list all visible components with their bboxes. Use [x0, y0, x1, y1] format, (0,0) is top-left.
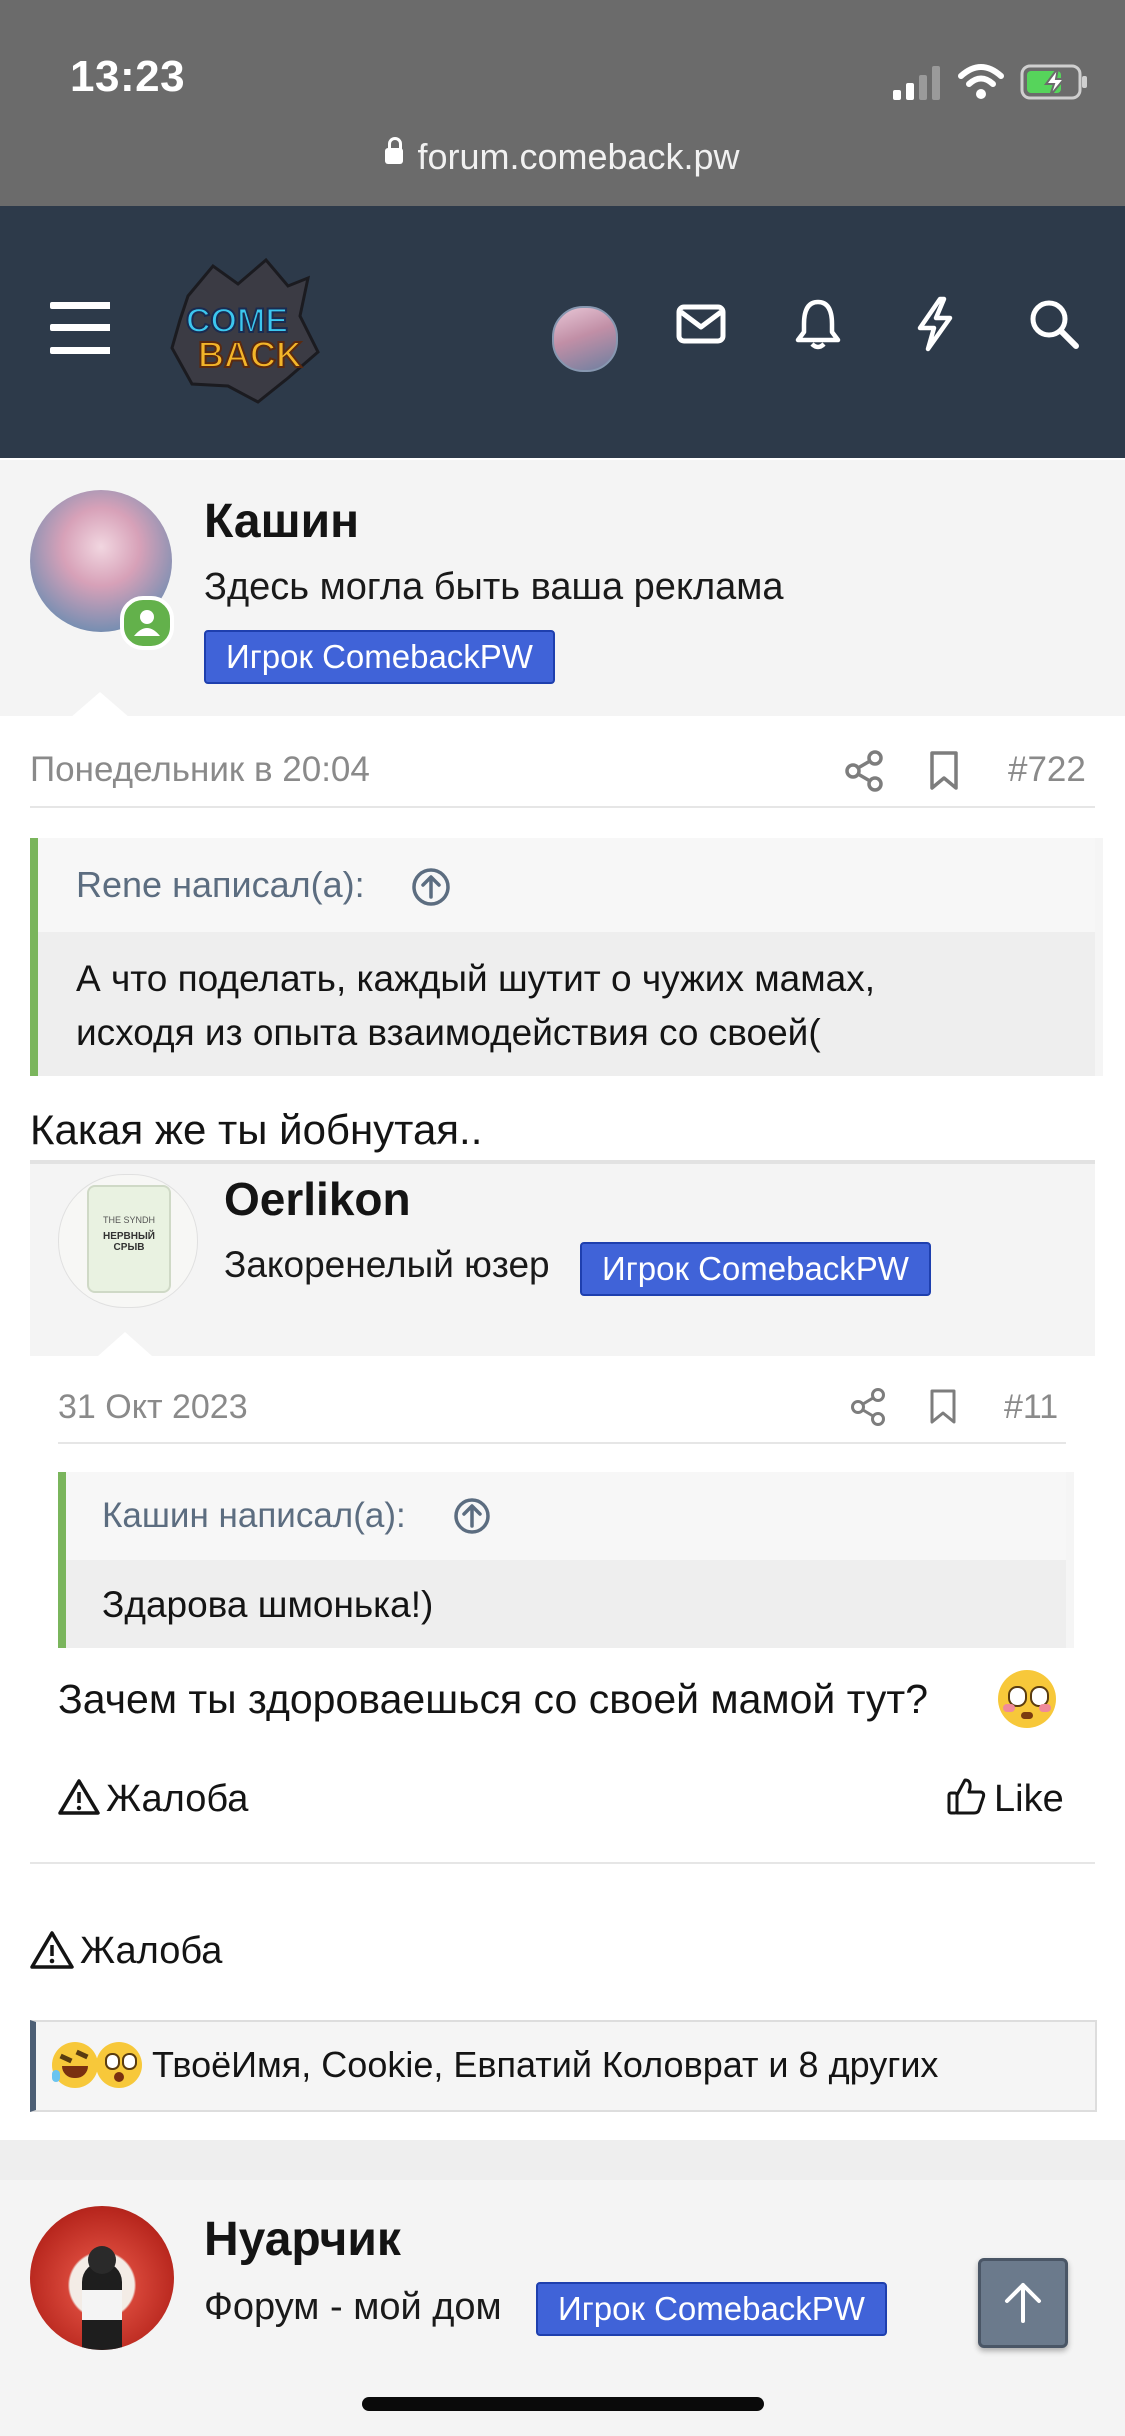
post-separator [0, 2140, 1125, 2180]
hamburger-menu-icon[interactable] [50, 300, 110, 360]
flushed-face-emoji-icon [998, 1670, 1056, 1728]
lock-icon [385, 137, 404, 165]
quote-text-line-2: исходя из опыта взаимодействия со своей( [76, 1012, 821, 1053]
candle-label-name: НЕРВНЫЙ СРЫВ [103, 1231, 155, 1253]
wifi-icon [958, 64, 1004, 99]
battery-icon [1020, 64, 1087, 100]
quote-header[interactable]: Rene написал(а): [38, 838, 1095, 932]
embedded-share-icon[interactable] [850, 1388, 886, 1426]
arrow-up-circle-icon[interactable] [410, 866, 452, 908]
user-avatar[interactable] [552, 306, 618, 372]
embedded-quote-author: Кашин написал(а): [102, 1496, 406, 1535]
candle-image: THE SYNDH НЕРВНЫЙ СРЫВ [87, 1185, 171, 1293]
signal-icon [893, 66, 940, 100]
embedded-quote-text: Здарова шмонька!) [102, 1584, 434, 1625]
astonished-emoji-icon [96, 2042, 142, 2088]
embedded-post-date[interactable]: 31 Окт 2023 [58, 1388, 248, 1427]
bookmark-icon[interactable] [928, 750, 960, 792]
post-body-text: Какая же ты йобнутая.. [30, 1106, 483, 1153]
search-icon[interactable] [1028, 298, 1080, 350]
quote-author: Rene написал(а): [76, 864, 365, 905]
embedded-arrow-up-circle-icon[interactable] [452, 1496, 492, 1536]
embedded-blockquote: Кашин написал(а): Здарова шмонька!) [58, 1472, 1074, 1648]
browser-chrome: 13:23 forum.comeback.pw [0, 0, 1125, 206]
report-warning-icon[interactable] [30, 1930, 74, 1970]
home-indicator[interactable] [362, 2397, 764, 2411]
embedded-author-title: Закоренелый юзер [224, 1244, 550, 1285]
post-author-title: Здесь могла быть ваша реклама [204, 566, 784, 608]
arrow-up-icon [1005, 2283, 1041, 2323]
embedded-author-pointer [98, 1332, 152, 1356]
share-icon[interactable] [844, 750, 884, 792]
rofl-emoji-icon [52, 2042, 98, 2088]
embedded-post-body: Зачем ты здороваешься со своей мамой тут… [58, 1676, 928, 1723]
post-author-name[interactable]: Кашин [204, 494, 359, 549]
bell-icon[interactable] [794, 298, 842, 350]
embedded-post-number[interactable]: #11 [1004, 1388, 1058, 1427]
embedded-author-badge: Игрок ComebackPW [580, 1242, 931, 1296]
embedded-author-name[interactable]: Oerlikon [224, 1172, 411, 1226]
report-link[interactable]: Жалоба [80, 1930, 222, 1973]
warning-icon[interactable] [58, 1778, 100, 1816]
url-text: forum.comeback.pw [417, 136, 740, 177]
logo-word-back: BACK [197, 333, 303, 376]
scroll-to-top-button[interactable] [978, 2258, 1068, 2348]
reactions-list[interactable]: ТвоёИмя, Cookie, Евпатий Коловрат и 8 др… [152, 2044, 938, 2086]
next-author-title: Форум - мой дом [204, 2286, 502, 2328]
post-date[interactable]: Понедельник в 20:04 [30, 750, 370, 790]
quote-body: А что поделать, каждый шутит о чужих мам… [38, 932, 1095, 1076]
embedded-post-body-text: Зачем ты здороваешься со своей мамой тут… [58, 1676, 929, 1722]
next-author-name[interactable]: Нуарчик [204, 2212, 401, 2267]
author-badge: Игрок ComebackPW [204, 630, 555, 684]
online-status-icon [120, 596, 174, 650]
mail-icon[interactable] [676, 304, 726, 344]
post-number[interactable]: #722 [1008, 750, 1086, 790]
author-pointer [70, 692, 130, 718]
embedded-quote-body: Здарова шмонька!) [66, 1560, 1066, 1648]
like-button[interactable]: Like [994, 1778, 1064, 1821]
site-logo[interactable]: COME BACK [168, 256, 320, 404]
next-author-avatar[interactable] [30, 2206, 174, 2350]
embedded-bookmark-icon[interactable] [928, 1388, 958, 1426]
embedded-report-link[interactable]: Жалоба [106, 1778, 248, 1821]
thumbs-up-icon[interactable] [946, 1776, 986, 1816]
quote-text-line-1: А что поделать, каждый шутит о чужих мам… [76, 958, 876, 999]
embedded-meta-divider [58, 1442, 1066, 1444]
url-bar[interactable]: forum.comeback.pw [0, 136, 1125, 178]
candle-label-brand: THE SYNDH [102, 1215, 155, 1225]
status-time: 13:23 [70, 52, 186, 101]
embedded-bottom-divider [30, 1862, 1095, 1864]
next-author-badge: Игрок ComebackPW [536, 2282, 887, 2336]
blockquote: Rene написал(а): А что поделать, каждый … [30, 838, 1103, 1076]
embedded-author-avatar[interactable]: THE SYNDH НЕРВНЫЙ СРЫВ [58, 1174, 198, 1308]
meta-divider [30, 806, 1095, 808]
lightning-icon[interactable] [914, 296, 956, 352]
embedded-quote-header[interactable]: Кашин написал(а): [66, 1472, 1066, 1560]
